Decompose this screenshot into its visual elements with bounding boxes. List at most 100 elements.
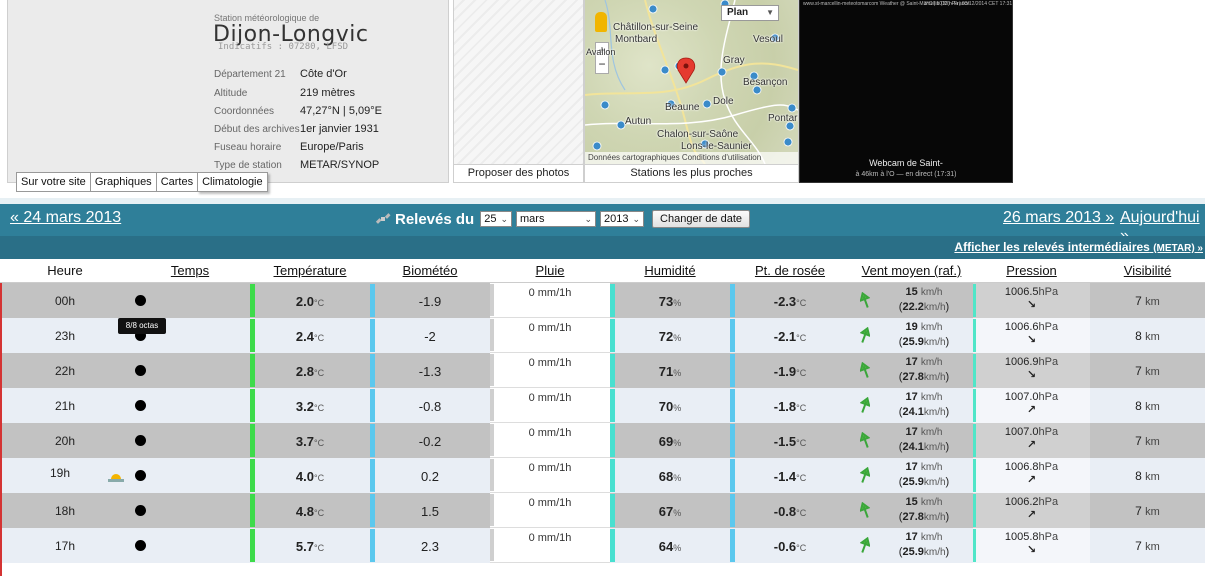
header-biometeo[interactable]: Biométéo [370, 259, 490, 282]
cell-rain: 0 mm/1h [490, 493, 610, 528]
map-caption[interactable]: Stations les plus proches [585, 164, 798, 182]
gust-unit: km/h [923, 512, 946, 523]
nearby-stations-map[interactable]: + − Plan ▼ Châtillon-sur-Seine Montbard Ve… [585, 0, 798, 164]
cell-biometeo: -2 [370, 318, 490, 353]
humidity-unit: % [673, 473, 682, 483]
rain-value: 0 mm/1h [528, 462, 572, 474]
tab-climatologie[interactable]: Climatologie [197, 172, 268, 192]
cell-wind: 19 km/h (25.9km/h) [850, 318, 973, 353]
hour-value: 20h [54, 434, 76, 448]
cloud-cover-icon[interactable] [135, 365, 146, 376]
cell-pressure: 1007.0hPa ↗ [973, 423, 1090, 458]
wind-value: 17 km/h (25.9km/h) [898, 461, 950, 488]
chevron-down-icon: ▼ [766, 8, 774, 17]
pressure-number: 1007.0 [1004, 426, 1039, 438]
rain-value: 0 mm/1h [528, 532, 572, 544]
cell-weather [130, 528, 250, 563]
year-select[interactable]: 2013 ⌄ [600, 211, 645, 227]
temperature-value: 2.4°C [250, 329, 370, 344]
header-vent[interactable]: Vent moyen (raf.) [850, 259, 973, 282]
pressure-number: 1006.6 [1004, 321, 1039, 333]
rain-value: 0 mm/1h [528, 357, 572, 369]
wind-speed: 17 [905, 391, 918, 403]
header-temps[interactable]: Temps [130, 259, 250, 282]
rain-value: 0 mm/1h [528, 427, 572, 439]
humidity-unit: % [673, 298, 682, 308]
cloud-cover-icon[interactable] [135, 470, 146, 481]
cell-dewpoint: -0.6°C [730, 528, 850, 563]
trend-up-icon: ↗ [1026, 404, 1037, 416]
prev-date-link[interactable]: « 24 mars 2013 [10, 209, 121, 227]
temperature-number: 2.8 [295, 364, 314, 379]
map-label: Chalon-sur-Saône [657, 129, 739, 140]
cell-pressure: 1006.9hPa ↘ [973, 353, 1090, 388]
info-label-type: Type de station [214, 160, 282, 171]
intermediate-readings-link[interactable]: Afficher les relevés intermédiaires (MET… [954, 240, 1203, 254]
photos-panel[interactable]: Proposer des photos [453, 0, 584, 183]
cell-weather [108, 458, 250, 493]
hour-value: 17h [54, 539, 76, 553]
humidity-number: 67 [658, 504, 674, 519]
temperature-value: 4.8°C [250, 504, 370, 519]
trend-up-icon: ↗ [1026, 509, 1037, 521]
pressure-value: 1006.9hPa ↘ [973, 356, 1090, 382]
info-label-departement: Département 21 [214, 69, 286, 80]
pressure-value: 1006.6hPa ↘ [973, 321, 1090, 347]
cell-wind: 17 km/h (24.1km/h) [850, 388, 973, 423]
info-label-archives: Début des archives [214, 124, 300, 135]
cloud-cover-icon[interactable] [135, 505, 146, 516]
tab-sur-votre-site[interactable]: Sur votre site [16, 172, 90, 192]
trend-down-icon: ↘ [1026, 544, 1037, 556]
cloud-cover-icon[interactable] [135, 295, 146, 306]
cloud-cover-icon[interactable] [135, 540, 146, 551]
temperature-number: 5.7 [295, 539, 314, 554]
header-point-de-rosee[interactable]: Pt. de rosée [730, 259, 850, 282]
metar-link-text: (METAR) » [1153, 243, 1203, 254]
map-label: Pontarlier [768, 113, 798, 124]
change-date-button[interactable]: Changer de date [652, 210, 750, 228]
map-label: Besançon [743, 77, 788, 88]
cloud-cover-icon[interactable] [135, 435, 146, 446]
wind-unit: km/h [920, 392, 943, 403]
webcam-panel[interactable]: www.st-marcellin-meteotomarcom Weather @… [799, 0, 1013, 183]
visibility-unit: km [1145, 296, 1160, 308]
map-type-select[interactable]: Plan ▼ [721, 5, 779, 21]
humidity-value: 69% [610, 434, 730, 449]
hour-value: 00h [54, 294, 76, 308]
rain-value: 0 mm/1h [528, 392, 572, 404]
pressure-value: 1006.2hPa ↗ [973, 496, 1090, 522]
wind-direction-icon [860, 432, 870, 448]
photos-caption[interactable]: Proposer des photos [454, 164, 583, 182]
header-pluie[interactable]: Pluie [490, 259, 610, 282]
wind-speed: 17 [905, 356, 918, 368]
map-attribution[interactable]: Données cartographiques Conditions d'uti… [585, 152, 798, 164]
tab-graphiques[interactable]: Graphiques [89, 172, 156, 192]
biometeo-value: -0.2 [418, 434, 442, 449]
trend-down-icon: ↘ [1026, 299, 1037, 311]
header-visibilite[interactable]: Visibilité [1090, 259, 1205, 282]
map-label: Châtillon-sur-Seine [613, 22, 699, 33]
webcam-caption[interactable]: Webcam de Saint- [800, 158, 1012, 168]
header-humidite[interactable]: Humidité [610, 259, 730, 282]
day-value: 25 [484, 213, 497, 225]
table-row: 21h 3.2°C -0.8 0 mm/1h 70% -1.8°C 17 km/… [0, 388, 1205, 423]
tab-cartes[interactable]: Cartes [155, 172, 198, 192]
street-view-pegman-icon[interactable] [595, 12, 607, 32]
dewpoint-number: -0.8 [773, 504, 797, 519]
cell-weather [130, 493, 250, 528]
pressure-number: 1006.9 [1004, 356, 1039, 368]
header-pression[interactable]: Pression [973, 259, 1090, 282]
cell-visibility: 8 km [1090, 388, 1205, 423]
cloud-cover-icon[interactable] [135, 400, 146, 411]
header-temperature[interactable]: Température [250, 259, 370, 282]
day-select[interactable]: 25 ⌄ [480, 211, 513, 227]
month-select[interactable]: mars ⌄ [516, 211, 597, 227]
dewpoint-unit: °C [796, 543, 807, 553]
next-date-link[interactable]: 26 mars 2013 » [1003, 209, 1114, 227]
cell-visibility: 7 km [1090, 493, 1205, 528]
cell-humidity: 70% [610, 388, 730, 423]
wind-unit: km/h [920, 497, 943, 508]
cell-dewpoint: -0.8°C [730, 493, 850, 528]
temperature-value: 3.2°C [250, 399, 370, 414]
dewpoint-unit: °C [796, 368, 807, 378]
